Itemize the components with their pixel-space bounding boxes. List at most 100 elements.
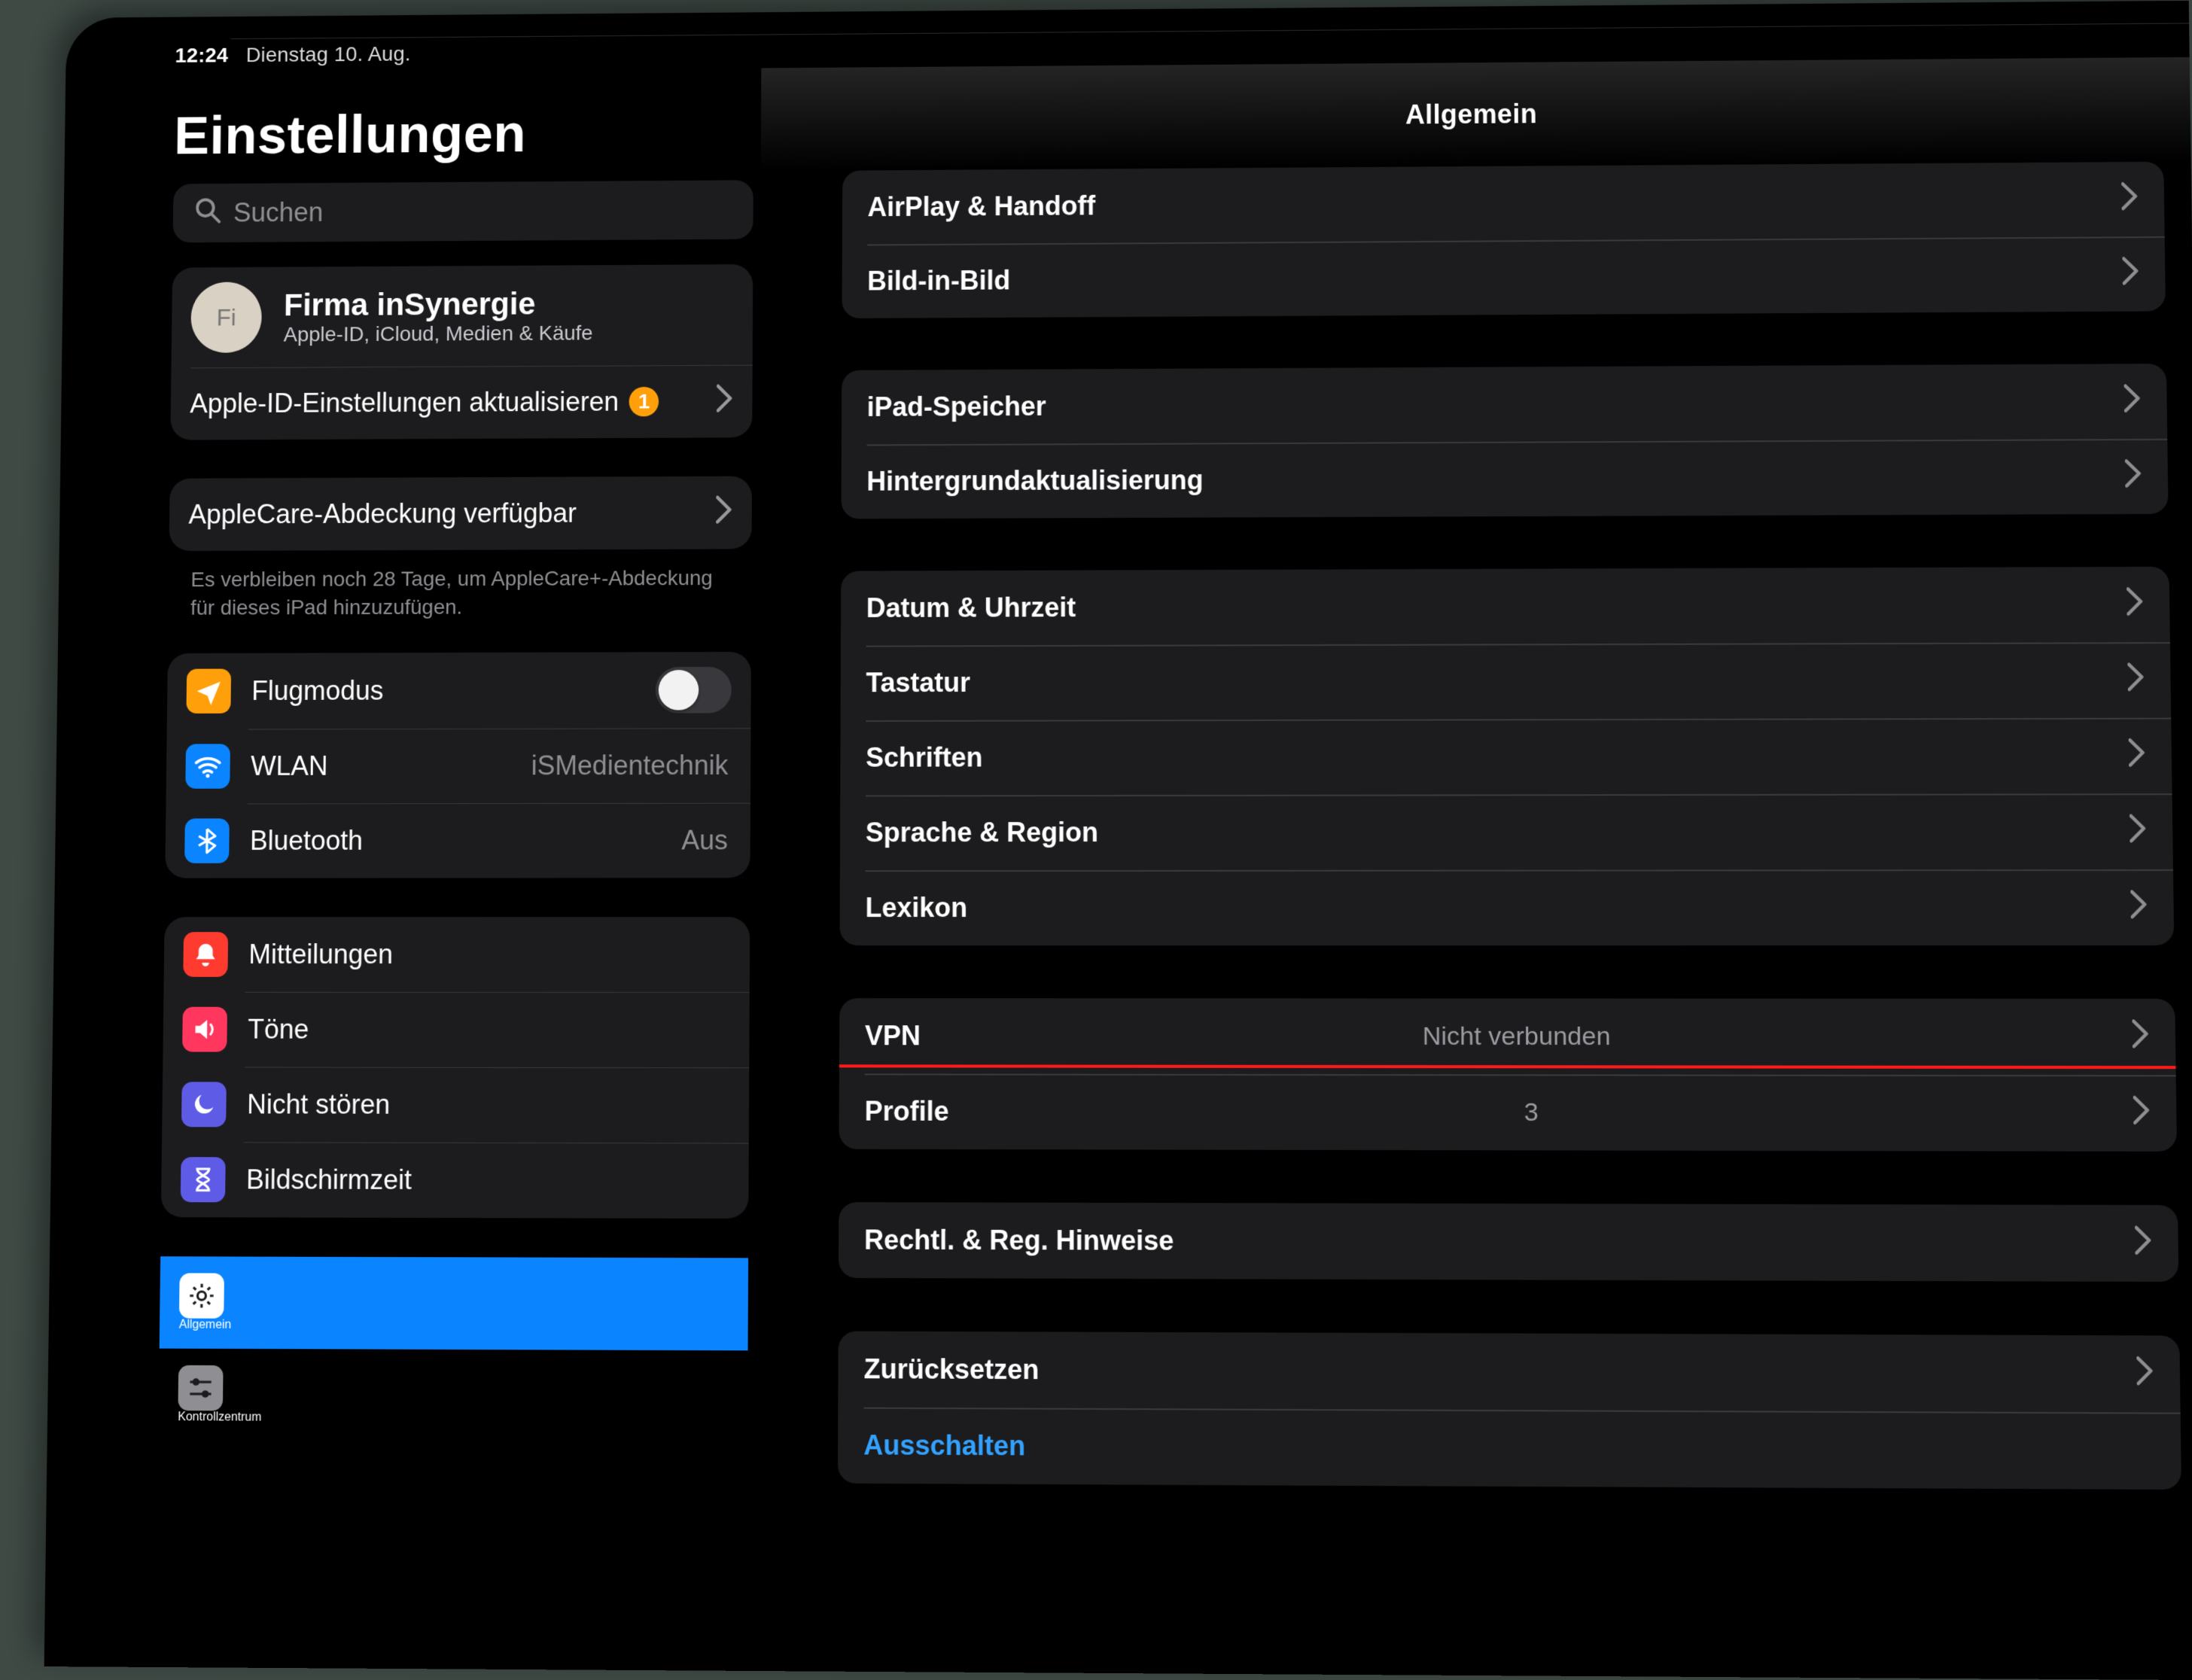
moon-icon (181, 1082, 227, 1127)
language-region-label: Sprache & Region (866, 817, 1098, 848)
search-field[interactable] (233, 194, 732, 228)
wifi-icon (185, 744, 230, 788)
bluetooth-label: Bluetooth (250, 825, 363, 857)
sounds-icon (182, 1006, 227, 1052)
sounds-label: Töne (248, 1013, 309, 1045)
fonts-row[interactable]: Schriften (840, 718, 2172, 796)
control-center-row[interactable]: Kontrollzentrum (158, 1348, 747, 1443)
wlan-row[interactable]: WLAN iSMedientechnik (166, 728, 750, 803)
background-refresh-label: Hintergrundaktualisierung (866, 464, 1203, 497)
account-subtitle: Apple-ID, iCloud, Medien & Käufe (284, 321, 593, 347)
reset-row[interactable]: Zurücksetzen (838, 1331, 2180, 1412)
notifications-label: Mitteilungen (248, 939, 393, 970)
account-name: Firma inSynergie (284, 286, 593, 323)
vpn-row[interactable]: VPN Nicht verbunden (839, 998, 2176, 1075)
apple-id-card: Fi Firma inSynergie Apple-ID, iCloud, Me… (170, 264, 753, 440)
search-icon (193, 196, 222, 230)
detail-group-6: Zurücksetzen Ausschalten (838, 1331, 2181, 1490)
dnd-label: Nicht stören (247, 1088, 390, 1120)
legal-row[interactable]: Rechtl. & Reg. Hinweise (839, 1202, 2178, 1282)
shutdown-label: Ausschalten (863, 1429, 1025, 1462)
notifications-icon (183, 932, 228, 977)
detail-group-2: iPad-Speicher Hintergrundaktualisierung (841, 364, 2168, 519)
general-label: Allgemein (179, 1318, 232, 1331)
pip-row[interactable]: Bild-in-Bild (842, 236, 2166, 318)
settings-sidebar: Einstellungen Fi Firma inSynergie Apple-… (130, 68, 762, 1671)
applecare-row[interactable]: AppleCare-Abdeckung verfügbar (169, 476, 752, 552)
airplane-mode-row[interactable]: Flugmodus (167, 652, 751, 729)
notifications-row[interactable]: Mitteilungen (163, 917, 750, 992)
alerts-group: Mitteilungen Töne Nicht stören Bildschir… (161, 917, 750, 1219)
bluetooth-value: Aus (681, 824, 731, 856)
dictionary-row[interactable]: Lexikon (839, 869, 2174, 945)
apple-id-update-label: Apple-ID-Einstellungen aktualisieren (190, 386, 619, 419)
detail-group-1: AirPlay & Handoff Bild-in-Bild (842, 162, 2166, 318)
chevron-right-icon (2133, 1095, 2151, 1131)
wlan-label: WLAN (251, 750, 328, 782)
status-date: Dienstag 10. Aug. (245, 42, 410, 67)
control-center-label: Kontrollzentrum (178, 1411, 261, 1424)
gear-icon (179, 1273, 224, 1318)
screentime-row[interactable]: Bildschirmzeit (161, 1142, 749, 1219)
reset-label: Zurücksetzen (863, 1353, 1039, 1386)
background-refresh-row[interactable]: Hintergrundaktualisierung (841, 439, 2168, 519)
storage-label: iPad-Speicher (867, 391, 1046, 423)
applecare-footnote: Es verbleiben noch 28 Tage, um AppleCare… (168, 564, 751, 622)
apple-id-row[interactable]: Fi Firma inSynergie Apple-ID, iCloud, Me… (172, 264, 754, 368)
sounds-row[interactable]: Töne (163, 991, 750, 1067)
detail-title: Allgemein (761, 57, 2191, 171)
dnd-row[interactable]: Nicht stören (162, 1067, 749, 1143)
hourglass-icon (181, 1157, 226, 1202)
chevron-right-icon (2127, 586, 2144, 622)
chevron-right-icon (2130, 890, 2148, 925)
sliders-icon (178, 1365, 223, 1411)
vpn-value: Nicht verbunden (1423, 1021, 1624, 1052)
keyboard-label: Tastatur (866, 667, 970, 698)
profiles-label: Profile (865, 1095, 949, 1127)
screentime-label: Bildschirmzeit (246, 1164, 412, 1195)
keyboard-row[interactable]: Tastatur (841, 642, 2172, 720)
legal-label: Rechtl. & Reg. Hinweise (864, 1224, 1174, 1256)
detail-group-5: Rechtl. & Reg. Hinweise (839, 1202, 2178, 1282)
chevron-right-icon (717, 384, 733, 418)
search-input[interactable] (173, 180, 754, 242)
system-group: Allgemein Kontrollzentrum (158, 1256, 748, 1443)
language-region-row[interactable]: Sprache & Region (840, 793, 2173, 870)
chevron-right-icon (2136, 1356, 2154, 1392)
wlan-value: iSMedientechnik (531, 750, 732, 781)
applecare-card: AppleCare-Abdeckung verfügbar (169, 476, 752, 552)
profiles-row[interactable]: Profile 3 (839, 1073, 2177, 1152)
fonts-label: Schriften (866, 742, 982, 774)
dictionary-label: Lexikon (865, 892, 967, 924)
chevron-right-icon (2127, 662, 2145, 698)
chevron-right-icon (2124, 384, 2142, 419)
notification-badge: 1 (629, 387, 659, 417)
shutdown-row[interactable]: Ausschalten (838, 1408, 2181, 1490)
detail-group-4: VPN Nicht verbunden Profile 3 (839, 998, 2177, 1152)
network-group: Flugmodus WLAN iSMedientechnik Bluetooth… (165, 652, 751, 878)
chevron-right-icon (2132, 1019, 2149, 1055)
applecare-label: AppleCare-Abdeckung verfügbar (188, 498, 577, 530)
pip-label: Bild-in-Bild (867, 265, 1010, 297)
profiles-value: 3 (1524, 1097, 1553, 1127)
chevron-right-icon (2135, 1225, 2152, 1262)
general-row[interactable]: Allgemein (160, 1256, 748, 1350)
detail-group-3: Datum & Uhrzeit Tastatur Schriften Sprac… (839, 567, 2174, 945)
airplay-row[interactable]: AirPlay & Handoff (842, 162, 2165, 245)
detail-pane: Allgemein AirPlay & Handoff Bild-in-Bild… (754, 57, 2192, 1680)
chevron-right-icon (2122, 257, 2139, 292)
chevron-right-icon (716, 495, 732, 531)
airplane-icon (186, 668, 231, 713)
bluetooth-icon (184, 818, 230, 863)
bluetooth-row[interactable]: Bluetooth Aus (165, 802, 750, 878)
status-time: 12:24 (175, 44, 228, 68)
apple-id-update-row[interactable]: Apple-ID-Einstellungen aktualisieren 1 (170, 365, 752, 440)
vpn-label: VPN (865, 1020, 921, 1052)
page-title: Einstellungen (174, 102, 754, 166)
storage-row[interactable]: iPad-Speicher (842, 364, 2167, 444)
date-time-row[interactable]: Datum & Uhrzeit (841, 567, 2170, 646)
airplane-toggle[interactable] (656, 666, 732, 713)
chevron-right-icon (2130, 814, 2147, 849)
chevron-right-icon (2125, 458, 2142, 494)
avatar: Fi (190, 282, 262, 352)
